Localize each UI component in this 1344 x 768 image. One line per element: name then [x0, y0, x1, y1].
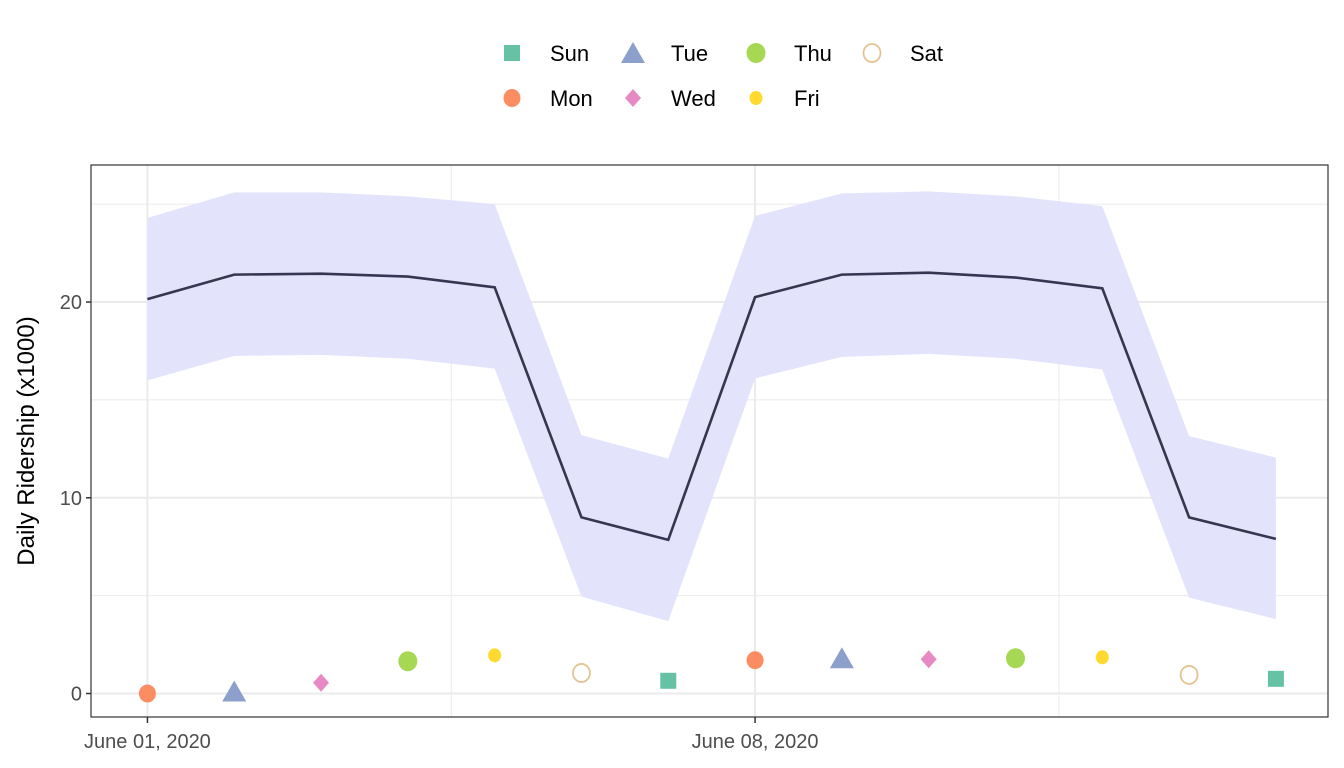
y-tick-label: 20 — [60, 292, 82, 314]
legend-label: Thu — [794, 41, 832, 66]
data-point-fri — [488, 648, 502, 663]
legend-item-mon: Mon — [503, 86, 593, 111]
legend-label: Sat — [910, 41, 943, 66]
legend-key-sun — [504, 45, 520, 61]
legend-label: Tue — [671, 41, 708, 66]
legend-label: Sun — [550, 41, 589, 66]
x-tick-label: June 01, 2020 — [84, 731, 211, 753]
y-tick-label: 10 — [60, 488, 82, 510]
legend-item-tue: Tue — [621, 41, 708, 66]
legend-label: Mon — [550, 86, 593, 111]
x-tick-label: June 08, 2020 — [692, 731, 819, 753]
legend-item-thu: Thu — [746, 41, 832, 66]
data-point-thu — [398, 651, 418, 672]
legend-key-sat — [862, 43, 882, 63]
data-point-mon — [746, 651, 764, 670]
y-axis-title: Daily Ridership (x1000) — [13, 316, 40, 565]
legend-label: Fri — [794, 86, 820, 111]
data-point-mon — [138, 684, 156, 703]
data-point-sun — [660, 672, 677, 689]
data-point-sun — [1267, 670, 1284, 687]
legend-key-thu — [746, 43, 766, 63]
legend-key-mon — [503, 89, 521, 107]
legend-item-wed: Wed — [625, 86, 716, 111]
legend-label: Wed — [671, 86, 716, 111]
legend-item-sun: Sun — [504, 41, 589, 66]
chart: Sun Tue Thu Sat Mon Wed Fri 0 10 20 June 01, 2020… — [13, 41, 1329, 753]
y-tick-label: 0 — [71, 684, 82, 706]
legend: Sun Tue Thu Sat Mon Wed Fri — [503, 41, 943, 111]
legend-item-fri: Fri — [749, 86, 820, 111]
legend-key-wed — [625, 89, 641, 107]
data-point-thu — [1005, 648, 1025, 669]
data-point-fri — [1095, 650, 1109, 665]
legend-item-sat: Sat — [862, 41, 943, 66]
legend-key-tue — [621, 42, 645, 63]
legend-key-fri — [749, 91, 763, 105]
